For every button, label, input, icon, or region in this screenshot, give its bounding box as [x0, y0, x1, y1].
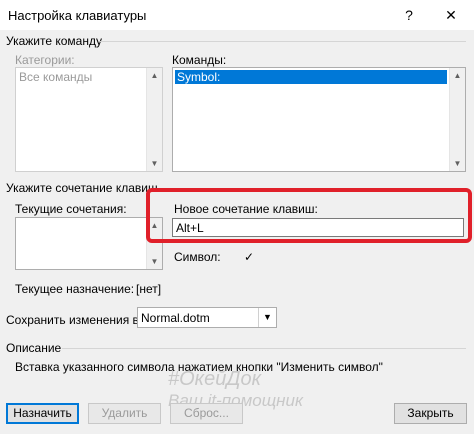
assign-button[interactable]: Назначить	[6, 403, 79, 424]
remove-button[interactable]: Удалить	[88, 403, 161, 424]
categories-listbox[interactable]: Все команды ▲ ▼	[15, 67, 163, 172]
commands-listbox[interactable]: Symbol: ▲ ▼	[172, 67, 466, 172]
current-keys-listbox[interactable]: ▲ ▼	[15, 217, 163, 270]
categories-scrollbar[interactable]: ▲ ▼	[146, 68, 162, 171]
watermark-title: #ОкейДок	[168, 368, 262, 390]
save-in-value: Normal.dotm	[141, 311, 210, 325]
command-group-divider	[100, 41, 466, 42]
help-button[interactable]: ?	[398, 4, 420, 26]
scroll-down-icon[interactable]: ▼	[450, 156, 465, 171]
commands-label: Команды:	[172, 53, 227, 67]
window-title: Настройка клавиатуры	[8, 8, 147, 23]
scroll-up-icon[interactable]: ▲	[450, 68, 465, 83]
current-keys-label: Текущие сочетания:	[15, 202, 127, 216]
current-assignment-label: Текущее назначение:	[15, 282, 135, 296]
commands-item-selected[interactable]: Symbol:	[175, 70, 447, 84]
save-in-select[interactable]: Normal.dotm ▼	[137, 307, 277, 328]
symbol-label: Символ:	[174, 250, 221, 264]
categories-item[interactable]: Все команды	[19, 70, 92, 84]
description-title: Описание	[6, 341, 62, 355]
categories-label: Категории:	[15, 53, 75, 67]
reset-button[interactable]: Сброс...	[170, 403, 243, 424]
chevron-down-icon[interactable]: ▼	[258, 308, 276, 327]
symbol-preview: ✓	[244, 250, 255, 264]
save-in-label: Сохранить изменения в:	[6, 313, 143, 327]
command-group-title: Укажите команду	[6, 34, 102, 48]
close-window-button[interactable]: ✕	[440, 4, 462, 26]
close-button[interactable]: Закрыть	[394, 403, 467, 424]
scroll-down-icon[interactable]: ▼	[147, 254, 162, 269]
highlight-frame	[146, 188, 472, 243]
scroll-up-icon[interactable]: ▲	[147, 68, 162, 83]
shortcut-group-title: Укажите сочетание клавиш	[6, 181, 158, 195]
current-assignment-value: [нет]	[136, 282, 162, 296]
commands-scrollbar[interactable]: ▲ ▼	[449, 68, 465, 171]
description-divider	[62, 348, 466, 349]
scroll-down-icon[interactable]: ▼	[147, 156, 162, 171]
